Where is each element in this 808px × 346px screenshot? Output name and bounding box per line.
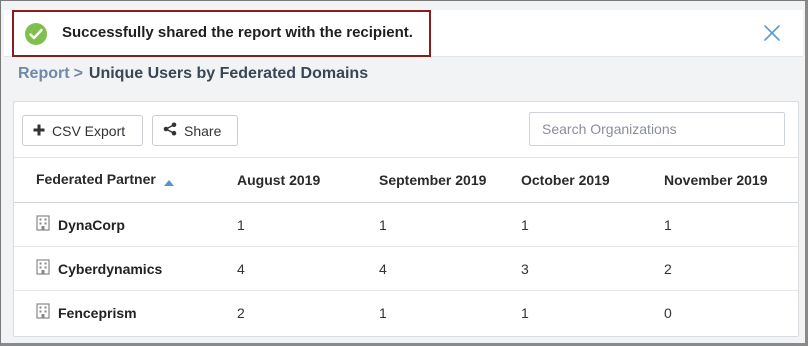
report-card: CSV Export Share Feder [13,101,799,337]
value-cell: 2 [651,246,798,291]
value-cell: 1 [379,304,387,321]
breadcrumb: Report > Unique Users by Federated Domains [18,65,368,83]
report-table: Federated Partner August 2019 September … [14,157,798,335]
partner-cell: DynaCorp [14,202,224,247]
column-header-october-2019[interactable]: October 2019 [508,157,651,203]
page-title: Unique Users by Federated Domains [88,65,369,82]
value-cell: 1 [651,202,798,247]
building-icon [36,259,50,278]
table-row[interactable]: DynaCorp 1 1 1 1 [14,202,798,247]
toast-message: Successfully shared the report with the … [62,24,413,41]
sort-ascending-icon [163,173,174,189]
value-cell: 1 [508,202,651,247]
close-icon[interactable] [763,24,781,42]
partner-name: Fenceprism [58,304,137,321]
value-cell: 4 [224,246,366,291]
table-row[interactable]: Cyberdynamics 4 4 3 2 [14,246,798,291]
column-header-november-2019[interactable]: November 2019 [651,157,798,203]
value-cell: 1 [521,304,529,321]
share-button[interactable]: Share [152,115,238,146]
share-icon [163,122,177,139]
partner-cell: Fenceprism [14,291,224,335]
value-cell: 0 [664,304,672,321]
share-label: Share [184,122,222,139]
column-header-august-2019[interactable]: August 2019 [224,157,366,203]
value-cell: 4 [366,246,508,291]
column-header-federated-partner[interactable]: Federated Partner [14,157,224,203]
csv-export-label: CSV Export [52,122,126,139]
check-circle-icon [25,23,47,45]
partner-name: DynaCorp [58,216,125,233]
breadcrumb-report-link[interactable]: Report [18,65,70,82]
search-input[interactable] [529,112,785,146]
plus-icon [33,123,45,139]
partner-name: Cyberdynamics [58,260,163,277]
partner-cell: Cyberdynamics [14,246,224,291]
value-cell: 1 [366,202,508,247]
csv-export-button[interactable]: CSV Export [22,115,143,146]
table-header-row: Federated Partner August 2019 September … [14,157,798,203]
value-cell: 3 [508,246,651,291]
table-row[interactable]: Fenceprism 2 1 1 0 [14,291,798,335]
column-header-september-2019[interactable]: September 2019 [366,157,508,203]
breadcrumb-separator: > [73,65,83,82]
value-cell: 1 [224,202,366,247]
report-toolbar: CSV Export Share [14,102,798,157]
building-icon [36,303,50,322]
building-icon [36,215,50,234]
value-cell: 2 [237,304,245,321]
success-toast: Successfully shared the report with the … [4,10,803,57]
window-frame: Successfully shared the report with the … [0,0,808,346]
